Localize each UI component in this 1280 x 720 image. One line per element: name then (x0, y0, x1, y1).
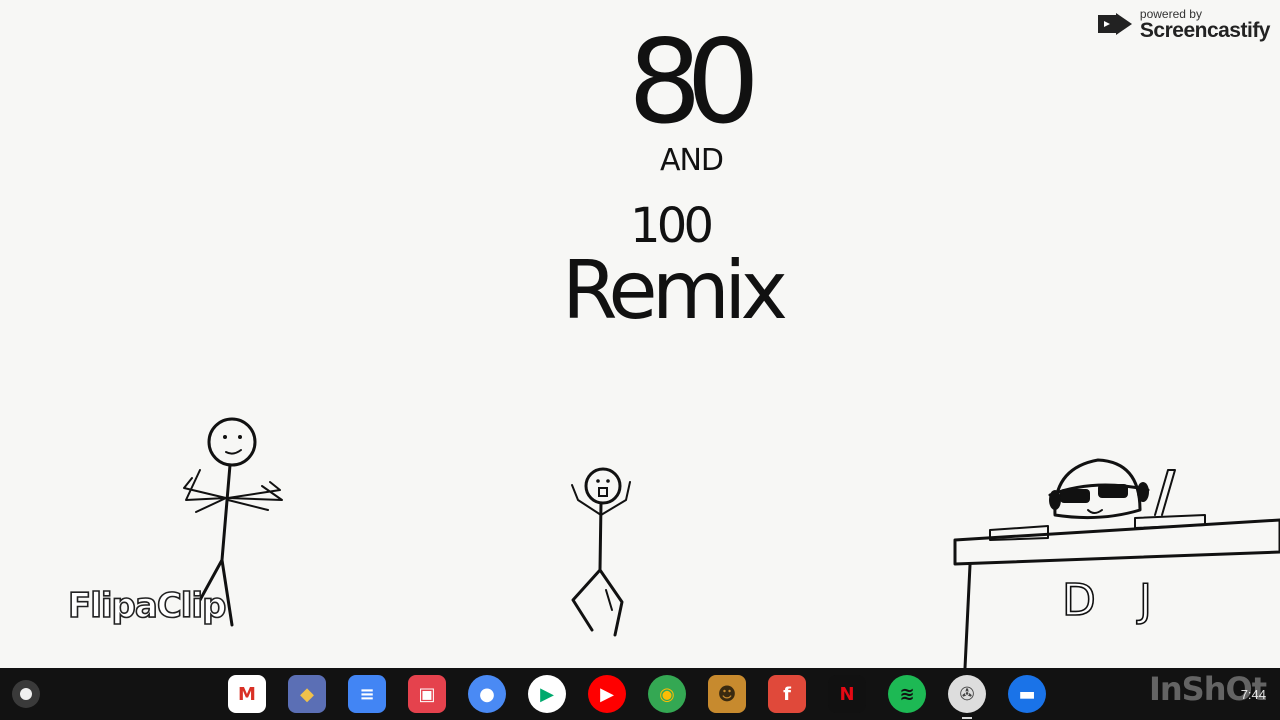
palette-icon[interactable]: ● (468, 675, 506, 713)
gmail-icon[interactable]: M (228, 675, 266, 713)
powered-by-text: powered by (1139, 6, 1202, 21)
title-remix: Remix (562, 244, 788, 337)
launcher-icon (20, 688, 32, 700)
settings-app-icon[interactable]: ✇ (948, 675, 986, 719)
stick-figure-middle (571, 467, 631, 637)
inshot-app-icon[interactable]: ▣ (408, 675, 446, 713)
spotify-icon[interactable]: ≋ (888, 675, 926, 713)
play-store-icon[interactable]: ▶ (528, 675, 566, 713)
docs-icon[interactable]: ≡ (348, 675, 386, 713)
firetv-icon[interactable]: f (768, 675, 806, 713)
game-icon[interactable]: ◆ (288, 675, 326, 713)
files-icon[interactable]: ▬ (1008, 675, 1046, 713)
screencastify-watermark: powered by Screencastify (1096, 4, 1271, 44)
screencastify-logo-icon (1097, 13, 1132, 35)
inshot-watermark: InShOt (1148, 670, 1267, 708)
netflix-icon[interactable]: N (828, 675, 866, 713)
title-80: 80 (628, 15, 760, 150)
flipaclip-watermark: FlipaClip (67, 585, 227, 627)
shelf-apps: M ◆ ≡ ▣ ● ▶ ▶ ◉ ☻ f N ≋ ✇ ▬ (228, 675, 1046, 719)
dj-label: DJ (1062, 575, 1152, 626)
dj-booth: DJ (953, 458, 1280, 668)
cartoon-game-icon[interactable]: ☻ (708, 675, 746, 713)
title-and: AND (660, 143, 724, 178)
youtube-icon[interactable]: ▶ (588, 675, 626, 713)
active-indicator (962, 717, 972, 719)
drawing-canvas: 80 AND 100 Remix DJ powered by Screencas… (0, 0, 1280, 668)
launcher-button[interactable] (12, 680, 40, 708)
chromeos-shelf: M ◆ ≡ ▣ ● ▶ ▶ ◉ ☻ f N ≋ ✇ ▬ 7:44 InShOt (0, 668, 1280, 720)
screencastify-brand: Screencastify (1139, 18, 1271, 42)
chrome-icon[interactable]: ◉ (648, 675, 686, 713)
hand-drawn-scene: 80 AND 100 Remix DJ (183, 15, 1280, 668)
